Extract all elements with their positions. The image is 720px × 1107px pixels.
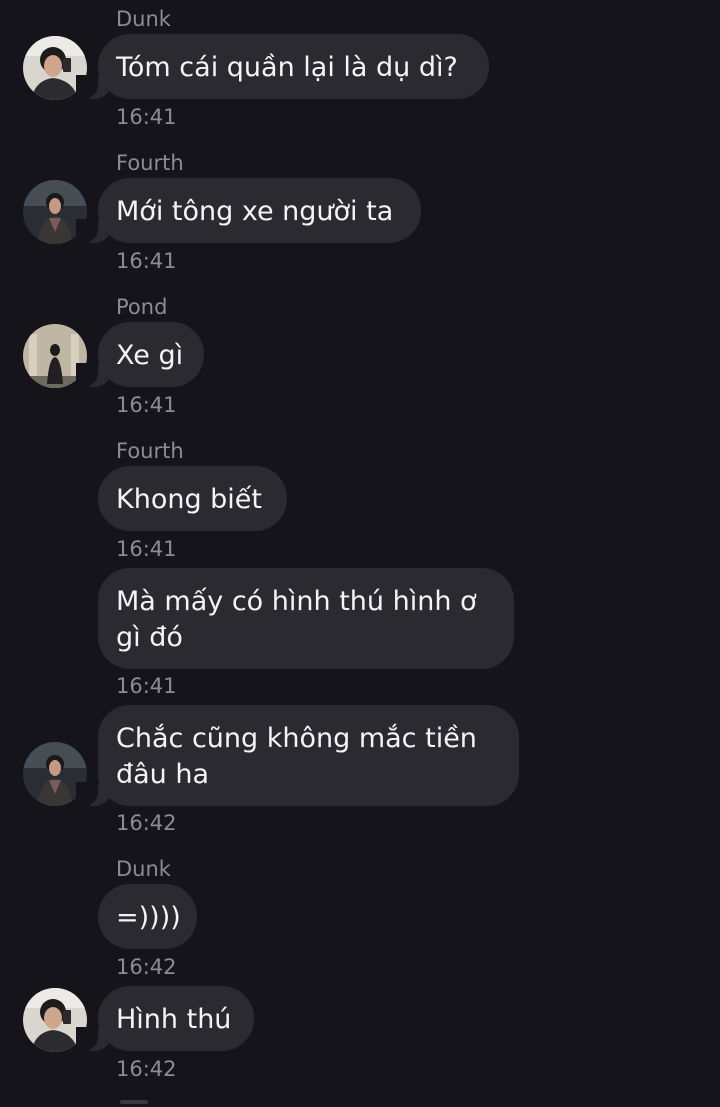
message-text-line: Chắc cũng không mắc tiền [116, 723, 477, 754]
message-text: Xe gì [116, 340, 184, 371]
message-text: Hình thú [116, 1004, 232, 1035]
message-time: 16:41 [116, 537, 177, 561]
message-bubble[interactable]: Chắc cũng không mắc tiền đâu ha [76, 705, 519, 806]
message-bubble[interactable]: Hình thú [76, 986, 254, 1051]
sender-name: Pond [116, 295, 168, 319]
sender-name: Fourth [116, 151, 184, 175]
message-time: 16:41 [116, 249, 177, 273]
message-time: 16:41 [116, 393, 177, 417]
sender-name: Dunk [116, 857, 171, 881]
message-text-line: đâu ha [116, 759, 210, 790]
message-time: 16:42 [116, 1057, 177, 1081]
message-time: 16:42 [116, 955, 177, 979]
message-time: 16:42 [116, 811, 177, 835]
message-bubble[interactable]: Tóm cái quần lại là dụ dì? [76, 34, 489, 99]
message-bubble[interactable]: Mới tông xe người ta [76, 178, 421, 243]
message-bubble[interactable]: Khong biết [98, 466, 287, 531]
chat-thread: Dunk Tóm cái quần lại là dụ dì? 16:41 Fo… [0, 0, 720, 1107]
message-text: Khong biết [116, 484, 263, 515]
message-text: =)))) [116, 902, 181, 933]
message-time: 16:41 [116, 674, 177, 698]
message-text-line: Mà mấy có hình thú hình ơ [116, 586, 477, 617]
message-bubble[interactable]: Mà mấy có hình thú hình ơ gì đó [98, 568, 514, 669]
message-text: Mới tông xe người ta [116, 196, 394, 227]
message-text: Tóm cái quần lại là dụ dì? [116, 52, 458, 83]
next-message-peek [120, 1100, 148, 1104]
message-bubble[interactable]: =)))) [98, 884, 197, 949]
message-bubble[interactable]: Xe gì [76, 322, 204, 387]
message-time: 16:41 [116, 105, 177, 129]
sender-name: Fourth [116, 439, 184, 463]
sender-name: Dunk [116, 7, 171, 31]
message-text-line: gì đó [116, 622, 183, 653]
